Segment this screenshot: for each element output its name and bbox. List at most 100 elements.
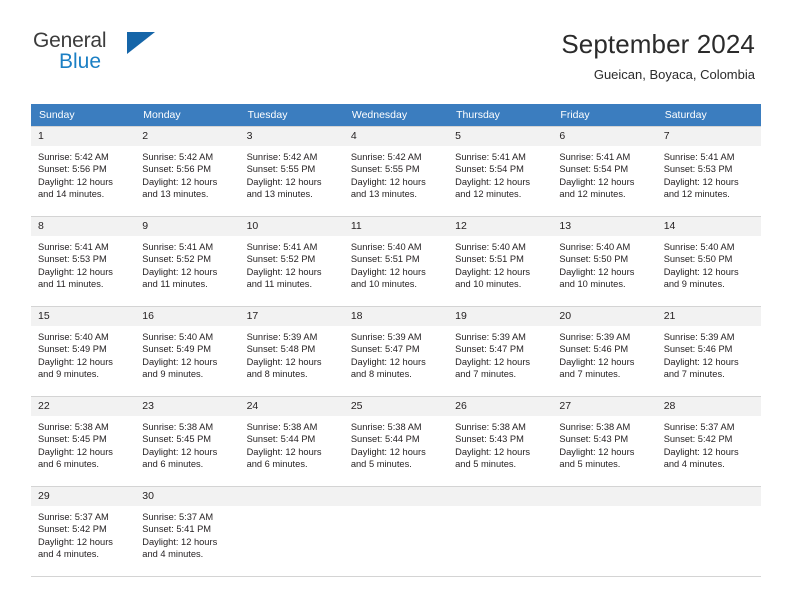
day-number: 27 [552, 397, 657, 416]
day-cell[interactable]: 21 Sunrise: 5:39 AM Sunset: 5:46 PM Dayligh… [656, 306, 761, 397]
daylight-text-line1: Daylight: 12 hours [350, 266, 426, 277]
day-cell[interactable]: 5 Sunrise: 5:41 AM Sunset: 5:54 PM Daylight… [448, 126, 553, 217]
week-row: 8 Sunrise: 5:41 AM Sunset: 5:53 PM Daylight… [31, 216, 761, 307]
daylight-text-line2: and 7 minutes. [559, 369, 621, 380]
day-number: 6 [552, 127, 657, 146]
brand-logo[interactable]: General Blue [33, 30, 173, 80]
day-cell[interactable]: 10 Sunrise: 5:41 AM Sunset: 5:52 PM Dayligh… [239, 216, 344, 307]
day-cell[interactable]: 30 Sunrise: 5:37 AM Sunset: 5:41 PM Dayligh… [135, 486, 240, 577]
daylight-text-line2: and 8 minutes. [350, 369, 412, 380]
daylight-text-line1: Daylight: 12 hours [246, 266, 322, 277]
day-number [239, 487, 344, 506]
day-cell[interactable]: 15 Sunrise: 5:40 AM Sunset: 5:49 PM Dayligh… [31, 306, 136, 397]
day-cell[interactable]: 14 Sunrise: 5:40 AM Sunset: 5:50 PM Dayligh… [656, 216, 761, 307]
day-cell[interactable]: 8 Sunrise: 5:41 AM Sunset: 5:53 PM Daylight… [31, 216, 136, 307]
day-cell[interactable]: 29 Sunrise: 5:37 AM Sunset: 5:42 PM Dayligh… [31, 486, 136, 577]
sunset-text: Sunset: 5:41 PM [142, 524, 212, 535]
day-cell[interactable]: 26 Sunrise: 5:38 AM Sunset: 5:43 PM Dayligh… [448, 396, 553, 487]
day-cell[interactable]: 20 Sunrise: 5:39 AM Sunset: 5:46 PM Dayligh… [552, 306, 657, 397]
sunrise-text: Sunrise: 5:38 AM [142, 422, 214, 432]
daylight-text-line1: Daylight: 12 hours [559, 176, 635, 187]
day-cell[interactable]: 22 Sunrise: 5:38 AM Sunset: 5:45 PM Dayligh… [31, 396, 136, 487]
day-cell[interactable]: 12 Sunrise: 5:40 AM Sunset: 5:51 PM Dayligh… [448, 216, 553, 307]
day-number: 17 [239, 307, 344, 326]
day-number [343, 487, 449, 506]
sunrise-text: Sunrise: 5:38 AM [38, 422, 109, 432]
daylight-text-line2: and 13 minutes. [246, 189, 313, 200]
sunset-text: Sunset: 5:56 PM [38, 164, 107, 175]
day-cell[interactable]: 19 Sunrise: 5:39 AM Sunset: 5:47 PM Dayligh… [448, 306, 553, 397]
day-cell[interactable]: 6 Sunrise: 5:41 AM Sunset: 5:54 PM Daylight… [552, 126, 657, 217]
sunrise-text: Sunrise: 5:42 AM [350, 152, 422, 162]
daylight-text-line1: Daylight: 12 hours [142, 536, 218, 547]
title-block: September 2024 Gueican, Boyaca, Colombia [561, 28, 755, 84]
week-row: 1 Sunrise: 5:42 AM Sunset: 5:56 PM Daylight… [31, 126, 761, 217]
daylight-text-line1: Daylight: 12 hours [142, 266, 218, 277]
day-number: 29 [31, 487, 136, 506]
day-number: 1 [31, 127, 136, 146]
daylight-text-line2: and 5 minutes. [455, 459, 517, 470]
day-number: 4 [343, 127, 449, 146]
day-cell[interactable]: 4 Sunrise: 5:42 AM Sunset: 5:55 PM Daylight… [343, 126, 449, 217]
sunset-text: Sunset: 5:48 PM [246, 344, 316, 355]
day-number: 18 [343, 307, 449, 326]
day-details [448, 506, 552, 511]
sunrise-text: Sunrise: 5:38 AM [455, 422, 526, 432]
sunrise-text: Sunrise: 5:39 AM [559, 332, 631, 342]
day-number: 9 [135, 217, 240, 236]
day-cell[interactable]: 28 Sunrise: 5:37 AM Sunset: 5:42 PM Dayligh… [656, 396, 761, 487]
sunrise-text: Sunrise: 5:39 AM [350, 332, 422, 342]
daylight-text-line1: Daylight: 12 hours [455, 356, 531, 367]
daylight-text-line2: and 9 minutes. [663, 279, 725, 290]
day-details: Sunrise: 5:42 AM Sunset: 5:55 PM Daylight:… [344, 146, 448, 201]
day-cell[interactable]: 11 Sunrise: 5:40 AM Sunset: 5:51 PM Dayligh… [343, 216, 449, 307]
sunrise-text: Sunrise: 5:40 AM [38, 332, 109, 342]
day-number [656, 487, 761, 506]
day-cell[interactable]: 7 Sunrise: 5:41 AM Sunset: 5:53 PM Daylight… [656, 126, 761, 217]
day-cell[interactable]: 17 Sunrise: 5:39 AM Sunset: 5:48 PM Dayligh… [239, 306, 344, 397]
sunset-text: Sunset: 5:46 PM [559, 344, 629, 355]
day-cell[interactable]: 24 Sunrise: 5:38 AM Sunset: 5:44 PM Dayligh… [239, 396, 344, 487]
sunset-text: Sunset: 5:47 PM [350, 344, 420, 355]
day-cell[interactable]: 13 Sunrise: 5:40 AM Sunset: 5:50 PM Dayligh… [552, 216, 657, 307]
sunrise-text: Sunrise: 5:38 AM [559, 422, 631, 432]
sunset-text: Sunset: 5:43 PM [559, 434, 629, 445]
sunset-text: Sunset: 5:42 PM [38, 524, 107, 535]
calendar-body: 1 Sunrise: 5:42 AM Sunset: 5:56 PM Daylight… [31, 126, 761, 577]
day-cell[interactable]: 23 Sunrise: 5:38 AM Sunset: 5:45 PM Dayligh… [135, 396, 240, 487]
weekday-header-saturday: Saturday [656, 104, 761, 127]
sunrise-text: Sunrise: 5:42 AM [246, 152, 318, 162]
daylight-text-line1: Daylight: 12 hours [246, 176, 322, 187]
sunrise-text: Sunrise: 5:42 AM [38, 152, 109, 162]
daylight-text-line2: and 10 minutes. [350, 279, 417, 290]
sunrise-text: Sunrise: 5:37 AM [663, 422, 735, 432]
day-number: 22 [31, 397, 136, 416]
page-header: General Blue September 2024 Gueican, Boy… [0, 0, 792, 82]
day-cell[interactable]: 27 Sunrise: 5:38 AM Sunset: 5:43 PM Dayligh… [552, 396, 657, 487]
daylight-text-line2: and 9 minutes. [38, 369, 99, 380]
weekday-header-friday: Friday [552, 104, 657, 127]
day-cell[interactable]: 3 Sunrise: 5:42 AM Sunset: 5:55 PM Daylight… [239, 126, 344, 217]
day-details: Sunrise: 5:40 AM Sunset: 5:49 PM Daylight:… [31, 326, 135, 381]
daylight-text-line2: and 14 minutes. [38, 189, 105, 200]
sunset-text: Sunset: 5:52 PM [246, 254, 316, 265]
day-details: Sunrise: 5:39 AM Sunset: 5:46 PM Daylight:… [657, 326, 761, 381]
day-cell[interactable]: 9 Sunrise: 5:41 AM Sunset: 5:52 PM Daylight… [135, 216, 240, 307]
daylight-text-line2: and 5 minutes. [350, 459, 412, 470]
daylight-text-line2: and 9 minutes. [142, 369, 204, 380]
day-details: Sunrise: 5:37 AM Sunset: 5:42 PM Daylight:… [657, 416, 761, 471]
day-number: 16 [135, 307, 240, 326]
day-cell[interactable]: 1 Sunrise: 5:42 AM Sunset: 5:56 PM Daylight… [31, 126, 136, 217]
calendar-page: General Blue September 2024 Gueican, Boy… [0, 0, 792, 612]
sunrise-text: Sunrise: 5:38 AM [350, 422, 422, 432]
day-details: Sunrise: 5:42 AM Sunset: 5:56 PM Daylight:… [31, 146, 135, 201]
day-cell[interactable]: 18 Sunrise: 5:39 AM Sunset: 5:47 PM Dayligh… [343, 306, 449, 397]
day-cell[interactable]: 2 Sunrise: 5:42 AM Sunset: 5:56 PM Daylight… [135, 126, 240, 217]
daylight-text-line2: and 4 minutes. [663, 459, 725, 470]
brand-word-blue: Blue [59, 50, 102, 73]
day-number: 30 [135, 487, 240, 506]
day-cell[interactable]: 16 Sunrise: 5:40 AM Sunset: 5:49 PM Dayligh… [135, 306, 240, 397]
day-details [240, 506, 344, 511]
sunset-text: Sunset: 5:55 PM [246, 164, 316, 175]
day-cell[interactable]: 25 Sunrise: 5:38 AM Sunset: 5:44 PM Dayligh… [343, 396, 449, 487]
